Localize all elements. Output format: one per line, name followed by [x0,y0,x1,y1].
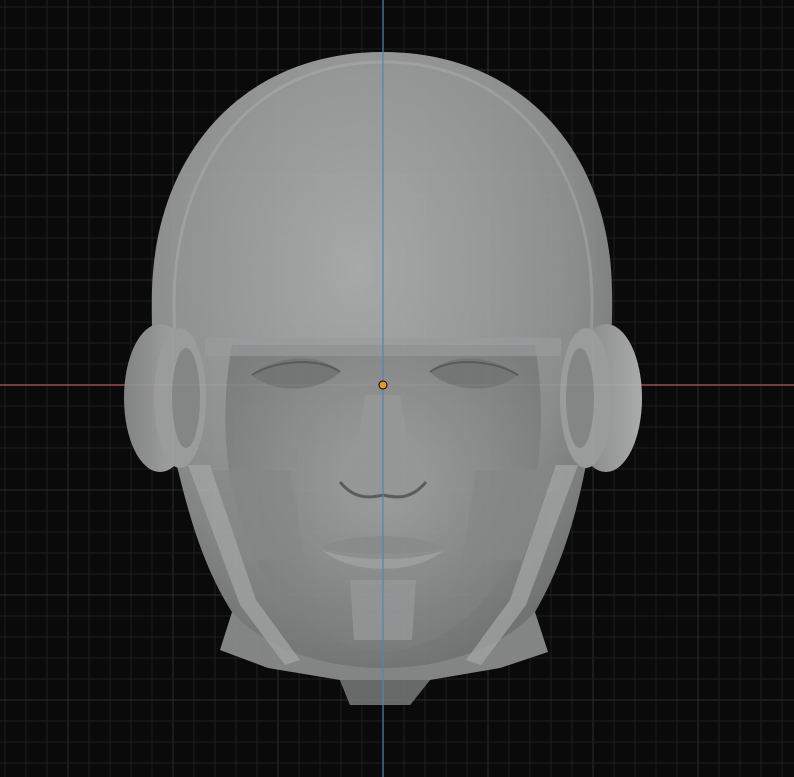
right-ear [560,324,642,472]
3d-viewport[interactable] [0,0,794,777]
object-origin-marker[interactable] [378,380,388,390]
viewport-canvas[interactable] [0,0,794,777]
neck-shadow [340,680,430,705]
left-ear [124,324,206,472]
